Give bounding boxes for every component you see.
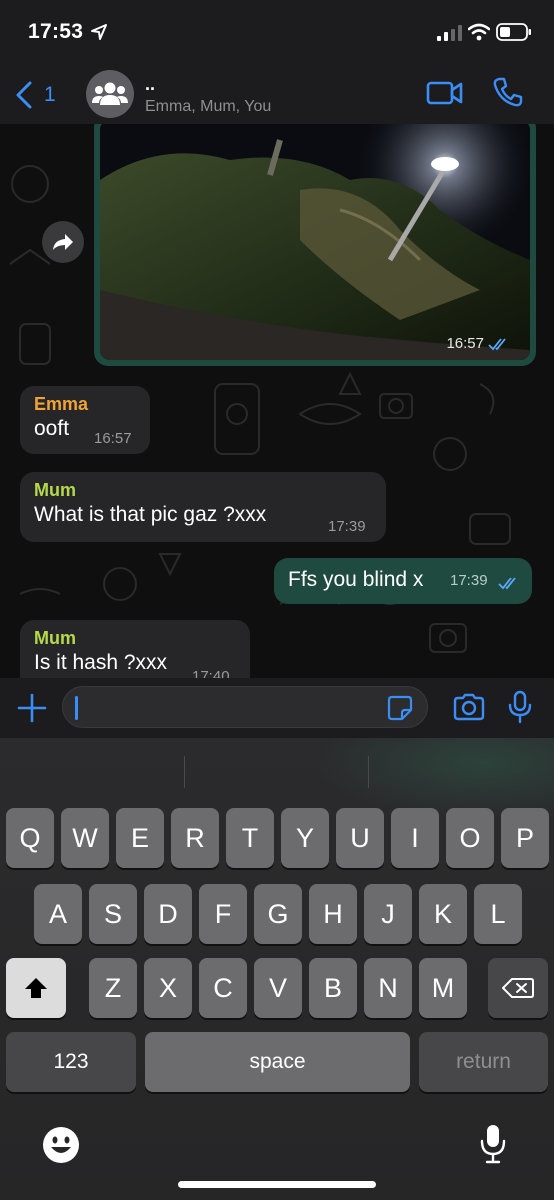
message-time: 17:39 (328, 518, 366, 535)
key-k[interactable]: K (419, 884, 467, 944)
key-g[interactable]: G (254, 884, 302, 944)
photo-thumbnail (100, 124, 530, 360)
space-key[interactable]: space (145, 1032, 410, 1092)
group-name[interactable]: .. (145, 74, 155, 95)
suggestion-separator (368, 756, 369, 788)
chat-header: 1 .. Emma, Mum, You (0, 64, 554, 124)
return-key[interactable]: return (419, 1032, 548, 1092)
wifi-icon (468, 23, 490, 41)
microphone-icon[interactable] (508, 690, 532, 724)
shift-key[interactable] (6, 958, 66, 1018)
key-x[interactable]: X (144, 958, 192, 1018)
emoji-icon[interactable] (42, 1126, 80, 1164)
video-call-icon[interactable] (426, 78, 464, 108)
battery-icon (496, 23, 531, 41)
numbers-key[interactable]: 123 (6, 1032, 136, 1092)
message-time: 17:40 (192, 668, 230, 678)
sender-name: Mum (34, 480, 76, 500)
key-s[interactable]: S (89, 884, 137, 944)
key-t[interactable]: T (226, 808, 274, 868)
key-l[interactable]: L (474, 884, 522, 944)
location-arrow-icon (91, 24, 107, 40)
attach-plus-icon[interactable] (16, 692, 48, 724)
message-bubble-outgoing[interactable]: Ffs you blind x 17:39 (274, 558, 532, 604)
sender-name: Emma (34, 394, 89, 414)
key-d[interactable]: D (144, 884, 192, 944)
message-text: What is that pic gaz ?xxx (34, 503, 267, 526)
message-bubble-incoming[interactable]: Mum Is it hash ?xxx 17:40 (20, 620, 250, 678)
key-j[interactable]: J (364, 884, 412, 944)
forward-button[interactable] (42, 221, 84, 263)
signal-icon (437, 25, 462, 41)
message-time: 16:57 (94, 430, 132, 447)
key-b[interactable]: B (309, 958, 357, 1018)
image-time: 16:57 (446, 335, 484, 352)
key-r[interactable]: R (171, 808, 219, 868)
key-z[interactable]: Z (89, 958, 137, 1018)
key-n[interactable]: N (364, 958, 412, 1018)
night-photo[interactable]: 16:57 (100, 124, 530, 360)
key-i[interactable]: I (391, 808, 439, 868)
chevron-left-icon (16, 81, 32, 109)
phone-call-icon[interactable] (492, 76, 524, 108)
home-indicator[interactable] (178, 1181, 376, 1188)
group-avatar[interactable] (86, 70, 134, 118)
key-v[interactable]: V (254, 958, 302, 1018)
key-y[interactable]: Y (281, 808, 329, 868)
camera-icon[interactable] (452, 692, 486, 722)
key-q[interactable]: Q (6, 808, 54, 868)
top-bar: 17:53 1 .. Emma, Mum, You (0, 0, 554, 124)
message-bubble-incoming[interactable]: Emma ooft 16:57 (20, 386, 150, 454)
image-message[interactable]: 16:57 (94, 124, 536, 366)
keyboard-tint (314, 738, 554, 818)
key-c[interactable]: C (199, 958, 247, 1018)
key-f[interactable]: F (199, 884, 247, 944)
dictation-microphone-icon[interactable] (480, 1124, 506, 1164)
text-caret (75, 696, 78, 720)
read-receipt-icon (488, 337, 506, 350)
key-o[interactable]: O (446, 808, 494, 868)
key-h[interactable]: H (309, 884, 357, 944)
group-members[interactable]: Emma, Mum, You (145, 98, 271, 116)
message-input-bar (0, 678, 554, 738)
keyboard: Q W E R T Y U I O P A S D F G H J K L Z … (0, 738, 554, 1200)
shift-arrow-icon (25, 978, 47, 998)
key-p[interactable]: P (501, 808, 549, 868)
chat-area[interactable]: 16:57 Emma ooft 16:57 Mum What is that p… (0, 124, 554, 678)
unread-count: 1 (44, 83, 56, 106)
sender-name: Mum (34, 628, 76, 648)
message-input[interactable] (62, 686, 428, 728)
message-time: 17:39 (450, 572, 488, 589)
status-bar: 17:53 (0, 0, 554, 64)
back-button[interactable]: 1 (14, 78, 64, 112)
backspace-icon (502, 978, 534, 998)
image-meta: 16:57 (446, 335, 510, 352)
sticker-icon[interactable] (387, 695, 413, 721)
key-w[interactable]: W (61, 808, 109, 868)
key-a[interactable]: A (34, 884, 82, 944)
forward-arrow-icon (53, 234, 73, 250)
status-time: 17:53 (28, 20, 84, 43)
key-e[interactable]: E (116, 808, 164, 868)
message-bubble-incoming[interactable]: Mum What is that pic gaz ?xxx 17:39 (20, 472, 386, 542)
group-icon (92, 82, 128, 105)
suggestion-separator (184, 756, 185, 788)
key-u[interactable]: U (336, 808, 384, 868)
read-receipt-icon (498, 577, 516, 590)
backspace-key[interactable] (488, 958, 548, 1018)
key-m[interactable]: M (419, 958, 467, 1018)
